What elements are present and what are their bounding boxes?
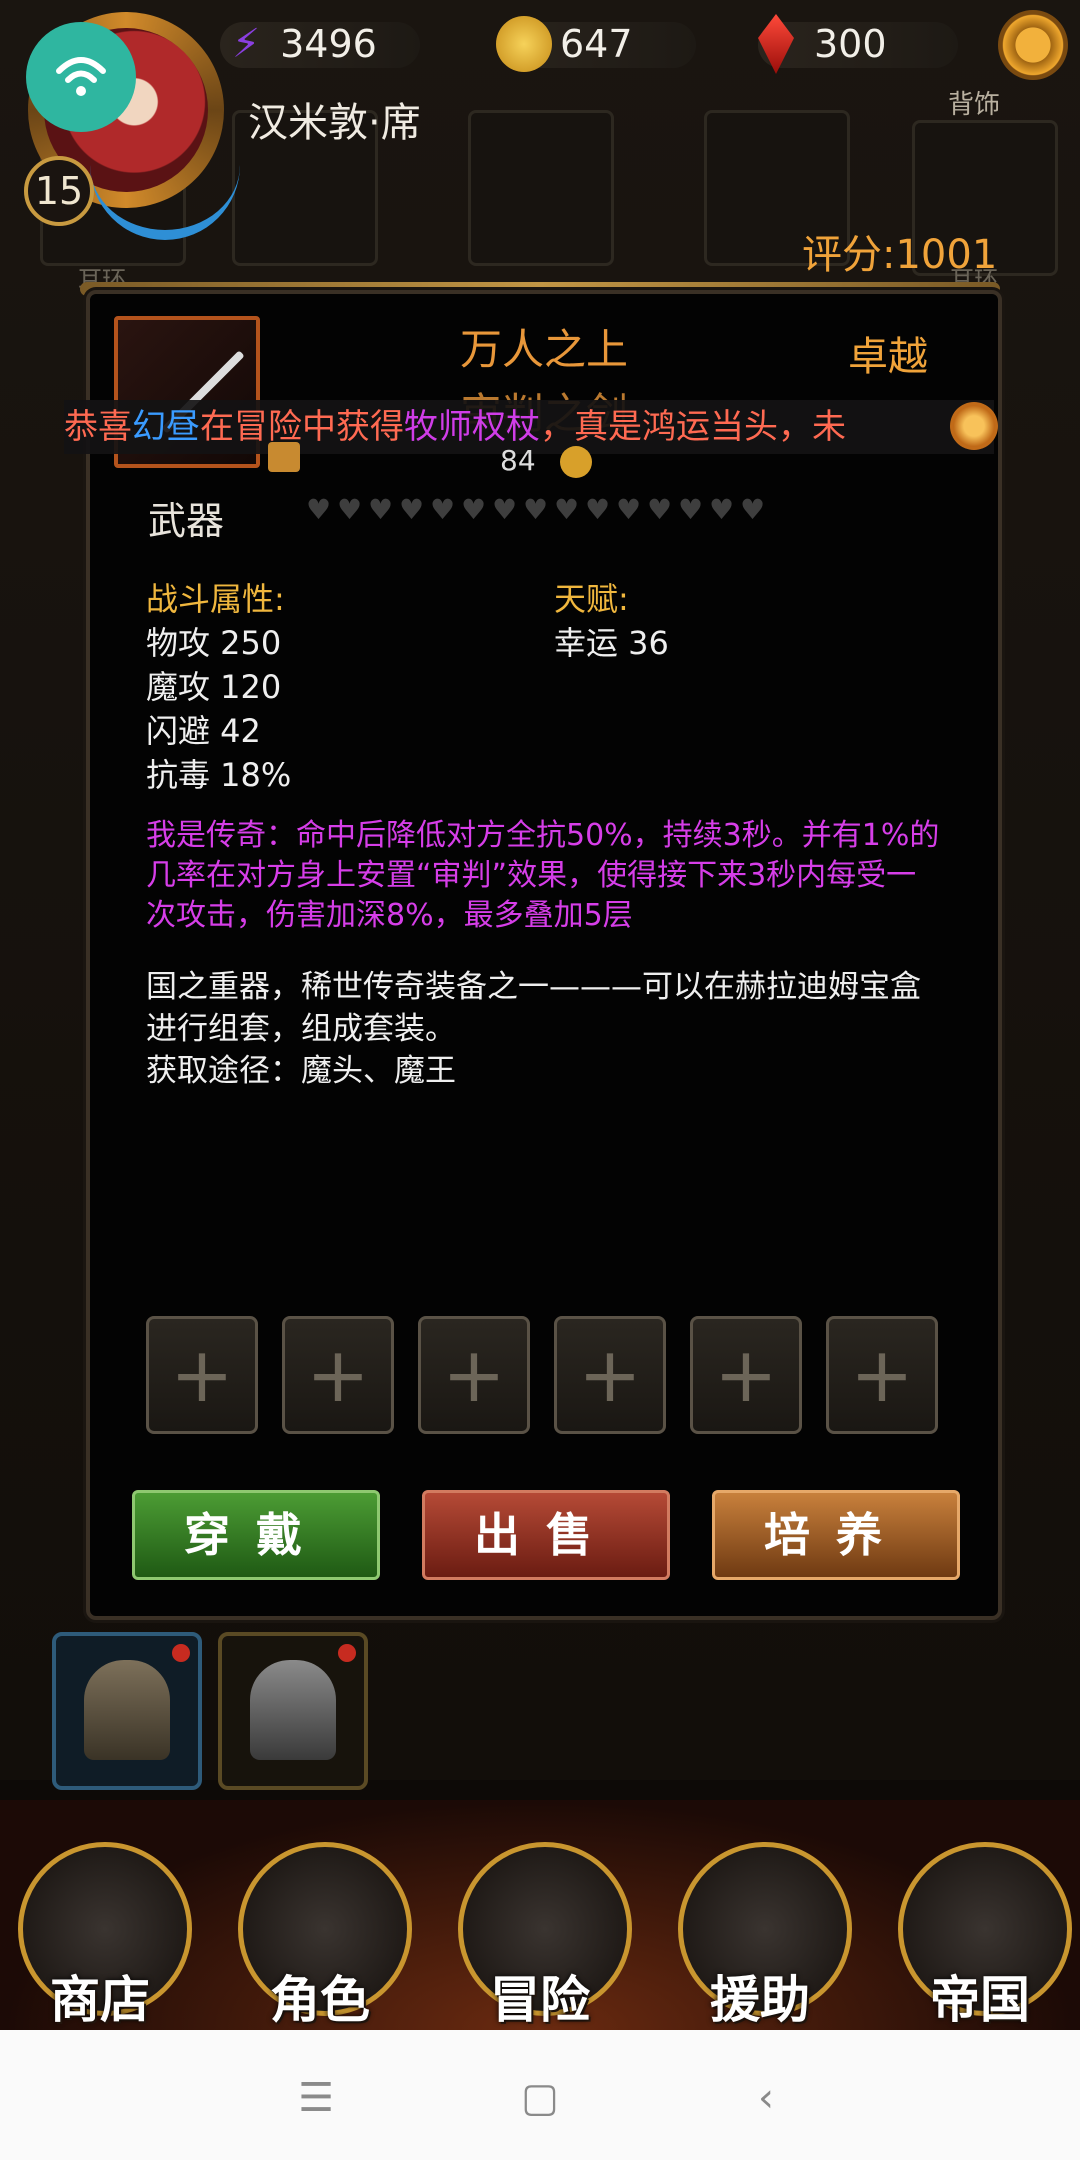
combat-stat: 闪避 42 (146, 712, 261, 750)
broadcast-item: 牧师权杖 (404, 407, 540, 447)
lightning-icon: ⚡ (232, 21, 261, 67)
heart-icon: ♥ (740, 493, 766, 526)
heart-icon: ♥ (337, 493, 363, 526)
gem-socket[interactable]: + (146, 1316, 258, 1434)
description-line: 获取途径：魔头、魔王 (146, 1053, 456, 1089)
score-label: 评分:1001 (802, 232, 998, 278)
back-ornament-label: 背饰 (948, 90, 1001, 120)
star-rating: ♥ ♥ ♥ ♥ ♥ ♥ ♥ ♥ ♥ ♥ ♥ ♥ ♥ ♥ ♥ (306, 493, 767, 526)
nav-label-shop: 商店 (50, 1970, 150, 2029)
helmet-icon (84, 1660, 170, 1760)
lock-icon (268, 442, 300, 472)
heart-icon: ♥ (678, 493, 704, 526)
heart-icon: ♥ (554, 493, 580, 526)
top-bar: ⚡ 3496 647 300 背饰 15 汉米敦·席 (0, 0, 1080, 240)
item-description: 国之重器，稀世传奇装备之一———可以在赫拉迪姆宝盒进行组套，组成套装。 获取途径… (146, 966, 946, 1092)
nav-label-adventure: 冒险 (490, 1970, 590, 2029)
heart-icon: ♥ (492, 493, 518, 526)
talent-stat: 幸运 36 (554, 624, 669, 662)
player-name: 汉米敦·席 (248, 100, 421, 146)
legendary-effect-text: 我是传奇：命中后降低对方全抗50%，持续3秒。并有1%的几率在对方身上安置“审判… (146, 818, 940, 933)
level-badge: 15 (24, 156, 94, 226)
horn-icon (950, 402, 998, 450)
wifi-icon (26, 22, 136, 132)
heart-icon: ♥ (368, 493, 394, 526)
gold-coin-icon (496, 16, 552, 72)
heart-icon: ♥ (461, 493, 487, 526)
nav-label-empire: 帝国 (930, 1970, 1030, 2029)
heart-icon: ♥ (616, 493, 642, 526)
heart-icon: ♥ (709, 493, 735, 526)
new-badge (338, 1644, 356, 1662)
item-price: 84 (500, 444, 536, 477)
gem-socket[interactable]: + (690, 1316, 802, 1434)
gem-socket[interactable]: + (826, 1316, 938, 1434)
inventory-item-helmet[interactable] (52, 1632, 202, 1790)
heart-icon: ♥ (430, 493, 456, 526)
heart-icon: ♥ (306, 493, 332, 526)
broadcast-prefix: 恭喜 (64, 407, 132, 447)
heart-icon: ♥ (585, 493, 611, 526)
heart-icon: ♥ (399, 493, 425, 526)
nav-label-character: 角色 (270, 1970, 370, 2029)
gold-value: 647 (560, 22, 633, 66)
item-type: 武器 (148, 499, 225, 543)
gem-socket[interactable]: + (418, 1316, 530, 1434)
gold-resource: 647 (496, 16, 633, 72)
broadcast-suffix: ，真是鸿运当头，未 (540, 407, 846, 447)
combat-stat: 物攻 250 (146, 624, 282, 662)
description-line: 国之重器，稀世传奇装备之一———可以在赫拉迪姆宝盒进行组套，组成套装。 (146, 969, 921, 1047)
sell-button[interactable]: 出售 (422, 1490, 670, 1580)
item-detail-dialog: 万人之上 审判之剑 卓越 武器 ♥♥♥♥♥♥♥♥♥♥♥♥♥♥♥ 战斗属性: 物攻… (86, 290, 1002, 1620)
inventory-item-armor[interactable] (218, 1632, 368, 1790)
nav-label-assist: 援助 (710, 1970, 810, 2029)
menu-icon[interactable]: ☰ (286, 2068, 346, 2128)
broadcast-middle: 在冒险中获得 (200, 407, 404, 447)
new-badge (172, 1644, 190, 1662)
talent-title: 天赋: (554, 580, 629, 618)
gem-resource: 300 (758, 14, 887, 74)
gem-socket[interactable]: + (282, 1316, 394, 1434)
red-gem-icon (758, 14, 794, 74)
combat-attributes-title: 战斗属性: (146, 580, 285, 618)
back-icon[interactable]: ‹ (736, 2068, 796, 2128)
combat-stat: 抗毒 18% (146, 756, 292, 794)
heart-icon: ♥ (523, 493, 549, 526)
train-button[interactable]: 培养 (712, 1490, 960, 1580)
combat-stat: 魔攻 120 (146, 668, 282, 706)
gem-value: 300 (814, 22, 887, 66)
gold-coin-icon (560, 446, 592, 478)
rarity-label: 卓越 (848, 334, 928, 380)
settings-gear-icon[interactable] (998, 10, 1068, 80)
home-icon[interactable]: ▢ (510, 2068, 570, 2128)
energy-resource: ⚡ 3496 (232, 16, 377, 72)
energy-value: 3496 (280, 22, 377, 66)
armor-icon (250, 1660, 336, 1760)
equip-button[interactable]: 穿戴 (132, 1490, 380, 1580)
heart-icon: ♥ (647, 493, 673, 526)
gem-socket[interactable]: + (554, 1316, 666, 1434)
broadcast-player: 幻昼 (132, 407, 200, 447)
